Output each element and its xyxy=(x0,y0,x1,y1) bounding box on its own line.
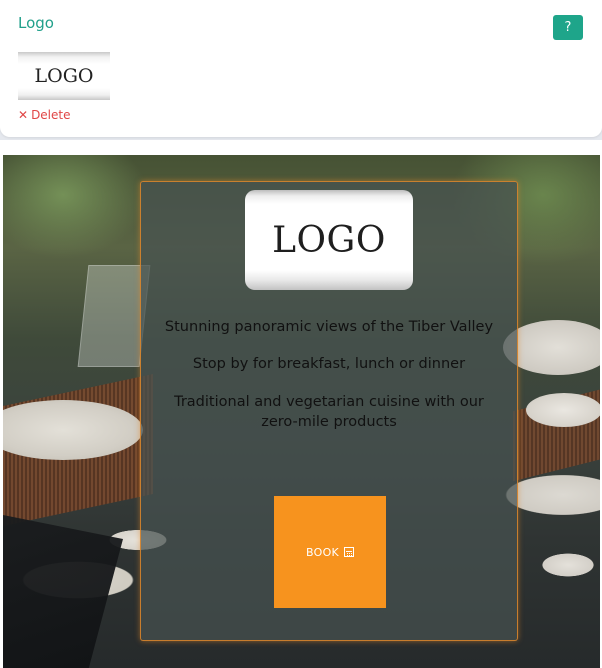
book-button-label: BOOK xyxy=(305,545,340,559)
logo-settings-panel: Logo ? LOGO ✕ Delete xyxy=(0,0,602,140)
help-button[interactable]: ? xyxy=(553,15,583,40)
panel-title: Logo xyxy=(18,14,54,32)
calendar-icon xyxy=(344,547,355,557)
hero-card: LOGO Stunning panoramic views of the Tib… xyxy=(140,181,518,641)
hero-logo: LOGO xyxy=(245,190,413,290)
tagline: Traditional and vegetarian cuisine with … xyxy=(174,394,484,430)
background-chair xyxy=(3,515,123,668)
logo-thumbnail[interactable]: LOGO xyxy=(18,52,110,100)
tagline: Stunning panoramic views of the Tiber Va… xyxy=(164,319,494,335)
delete-label: Delete xyxy=(31,108,71,122)
tagline: Stop by for breakfast, lunch or dinner xyxy=(192,356,466,372)
close-icon: ✕ xyxy=(18,108,29,122)
delete-logo-link[interactable]: ✕ Delete xyxy=(18,108,71,122)
book-button[interactable]: BOOK xyxy=(274,496,386,608)
background-bowl xyxy=(526,393,600,427)
site-preview: LOGO Stunning panoramic views of the Tib… xyxy=(3,155,600,668)
logo-settings-card: Logo ? LOGO ✕ Delete xyxy=(0,0,602,137)
